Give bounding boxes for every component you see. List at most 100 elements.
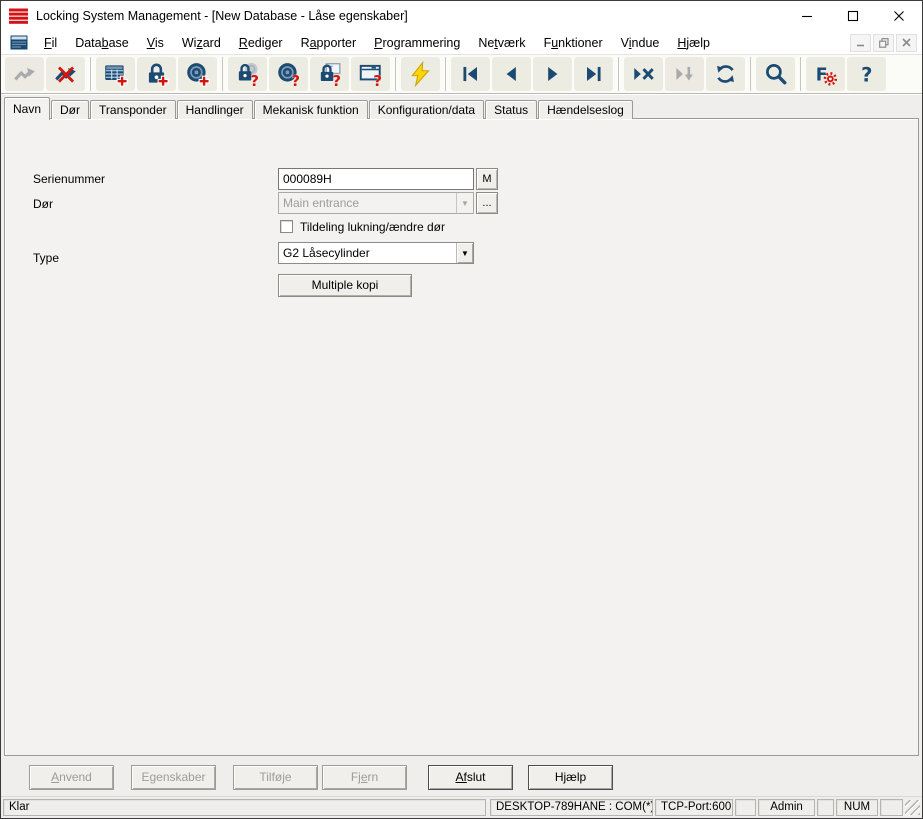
- mdi-close-button[interactable]: [896, 33, 917, 52]
- first-record-icon: [457, 61, 484, 87]
- search-button[interactable]: [756, 57, 795, 91]
- tab-navn[interactable]: Navn: [4, 97, 51, 120]
- help-button[interactable]: [847, 57, 886, 91]
- door-combobox-arrow-icon: ▼: [456, 193, 473, 213]
- door-browse-button[interactable]: ...: [476, 192, 498, 214]
- workspace: Navn Dør Transponder Handlinger Mekanisk fun…: [1, 95, 922, 796]
- read-card-icon: [357, 61, 384, 87]
- m-button[interactable]: M: [476, 168, 498, 190]
- last-record-icon: [580, 61, 607, 87]
- menu-item-database[interactable]: Database: [66, 33, 138, 53]
- app-window: Locking System Management - [New Databas…: [0, 0, 923, 819]
- door-combobox: Main entrance ▼: [278, 192, 474, 214]
- toolbar-separator: [800, 57, 801, 91]
- next-record-icon: [539, 61, 566, 87]
- filter-settings-button[interactable]: [806, 57, 845, 91]
- status-message: Klar: [3, 799, 486, 816]
- tab-status[interactable]: Status: [485, 100, 538, 119]
- read-net-lock-button[interactable]: [310, 57, 349, 91]
- window-close-button[interactable]: [876, 1, 922, 31]
- toolbar-separator: [618, 57, 619, 91]
- type-label: Type: [33, 251, 60, 265]
- read-card-button[interactable]: [351, 57, 390, 91]
- next-record-button[interactable]: [533, 57, 572, 91]
- tab-mekanisk-funktion[interactable]: Mekanisk funktion: [253, 100, 368, 119]
- mdi-document-icon: [10, 35, 28, 50]
- search-icon: [762, 61, 789, 87]
- menu-bar: Fil Database Vis Wizard Rediger Rapporter Prog…: [1, 31, 922, 54]
- fjern-button: Fjern: [322, 765, 407, 790]
- status-num-lock: NUM: [836, 799, 878, 816]
- program-button[interactable]: [401, 57, 440, 91]
- tab-handlinger[interactable]: Handlinger: [176, 100, 253, 119]
- goto-record-icon: [671, 61, 698, 87]
- toolbar-separator: [90, 57, 91, 91]
- menu-item-wizard[interactable]: Wizard: [173, 33, 230, 53]
- new-lock-button[interactable]: [137, 57, 176, 91]
- serial-input[interactable]: [278, 168, 474, 190]
- mdi-restore-button[interactable]: [873, 33, 894, 52]
- new-transponder-icon: [184, 61, 211, 87]
- status-empty-3: [880, 799, 903, 816]
- menu-item-netv-rk[interactable]: Netværk: [469, 33, 534, 53]
- assign-door-checkbox[interactable]: [280, 220, 293, 233]
- read-transponder-button[interactable]: [269, 57, 308, 91]
- window-minimize-button[interactable]: [784, 1, 830, 31]
- read-lock-icon: [234, 61, 261, 87]
- last-record-button[interactable]: [574, 57, 613, 91]
- type-combobox[interactable]: G2 Låsecylinder ▼: [278, 242, 474, 264]
- toolbar: [1, 54, 922, 94]
- tab-transponder[interactable]: Transponder: [90, 100, 176, 119]
- status-user: Admin: [758, 799, 815, 816]
- status-bar: Klar DESKTOP-789HANE : COM(*) TCP-Port:60…: [1, 796, 922, 818]
- menu-item-vindue[interactable]: Vindue: [612, 33, 669, 53]
- title-bar: Locking System Management - [New Databas…: [1, 1, 922, 31]
- new-transponder-button[interactable]: [178, 57, 217, 91]
- resize-grip[interactable]: [905, 800, 920, 815]
- refresh-icon: [712, 61, 739, 87]
- tab-page-navn: Serienummer M Dør Main entrance ▼ ... Ti…: [4, 118, 919, 756]
- read-lock-button[interactable]: [228, 57, 267, 91]
- login-icon: [11, 61, 38, 87]
- prev-record-icon: [498, 61, 525, 87]
- type-combobox-arrow-icon: ▼: [456, 243, 473, 263]
- window-maximize-button[interactable]: [830, 1, 876, 31]
- mdi-window-controls: [850, 33, 922, 52]
- app-logo-icon: [9, 8, 28, 24]
- menu-item-hj-lp[interactable]: Hjælp: [668, 33, 719, 53]
- mdi-minimize-button[interactable]: [850, 33, 871, 52]
- menu-item-fil[interactable]: Fil: [35, 33, 66, 53]
- tab-h-ndelseslog[interactable]: Hændelseslog: [538, 100, 633, 119]
- hj-lp-button[interactable]: Hjælp: [528, 765, 613, 790]
- afslut-button[interactable]: Afslut: [428, 765, 513, 790]
- footer-button-bar: Anvend Egenskaber Tilføje Fjern Afslut Hjælp: [1, 757, 922, 796]
- new-lock-icon: [143, 61, 170, 87]
- refresh-button[interactable]: [706, 57, 745, 91]
- menu-item-rapporter[interactable]: Rapporter: [292, 33, 366, 53]
- tab-konfiguration-data[interactable]: Konfiguration/data: [368, 100, 485, 119]
- menu-item-funktioner[interactable]: Funktioner: [535, 33, 612, 53]
- menu-item-programmering[interactable]: Programmering: [365, 33, 469, 53]
- first-record-button[interactable]: [451, 57, 490, 91]
- new-locking-system-icon: [102, 61, 129, 87]
- multiple-copy-button[interactable]: Multiple kopi: [278, 274, 412, 297]
- status-empty-1: [735, 799, 756, 816]
- toolbar-separator: [395, 57, 396, 91]
- login-button: [5, 57, 44, 91]
- read-net-lock-icon: [316, 61, 343, 87]
- tilf-je-button: Tilføje: [233, 765, 318, 790]
- logout-button[interactable]: [46, 57, 85, 91]
- read-transponder-icon: [275, 61, 302, 87]
- menu-item-vis[interactable]: Vis: [138, 33, 173, 53]
- logout-icon: [52, 61, 79, 87]
- program-icon: [407, 61, 434, 87]
- cancel-record-icon: [630, 61, 657, 87]
- menu-item-rediger[interactable]: Rediger: [230, 33, 292, 53]
- new-locking-system-button[interactable]: [96, 57, 135, 91]
- filter-settings-icon: [812, 61, 839, 87]
- prev-record-button[interactable]: [492, 57, 531, 91]
- toolbar-separator: [222, 57, 223, 91]
- cancel-record-button[interactable]: [624, 57, 663, 91]
- anvend-button: Anvend: [29, 765, 114, 790]
- tab-d-r[interactable]: Dør: [51, 100, 90, 119]
